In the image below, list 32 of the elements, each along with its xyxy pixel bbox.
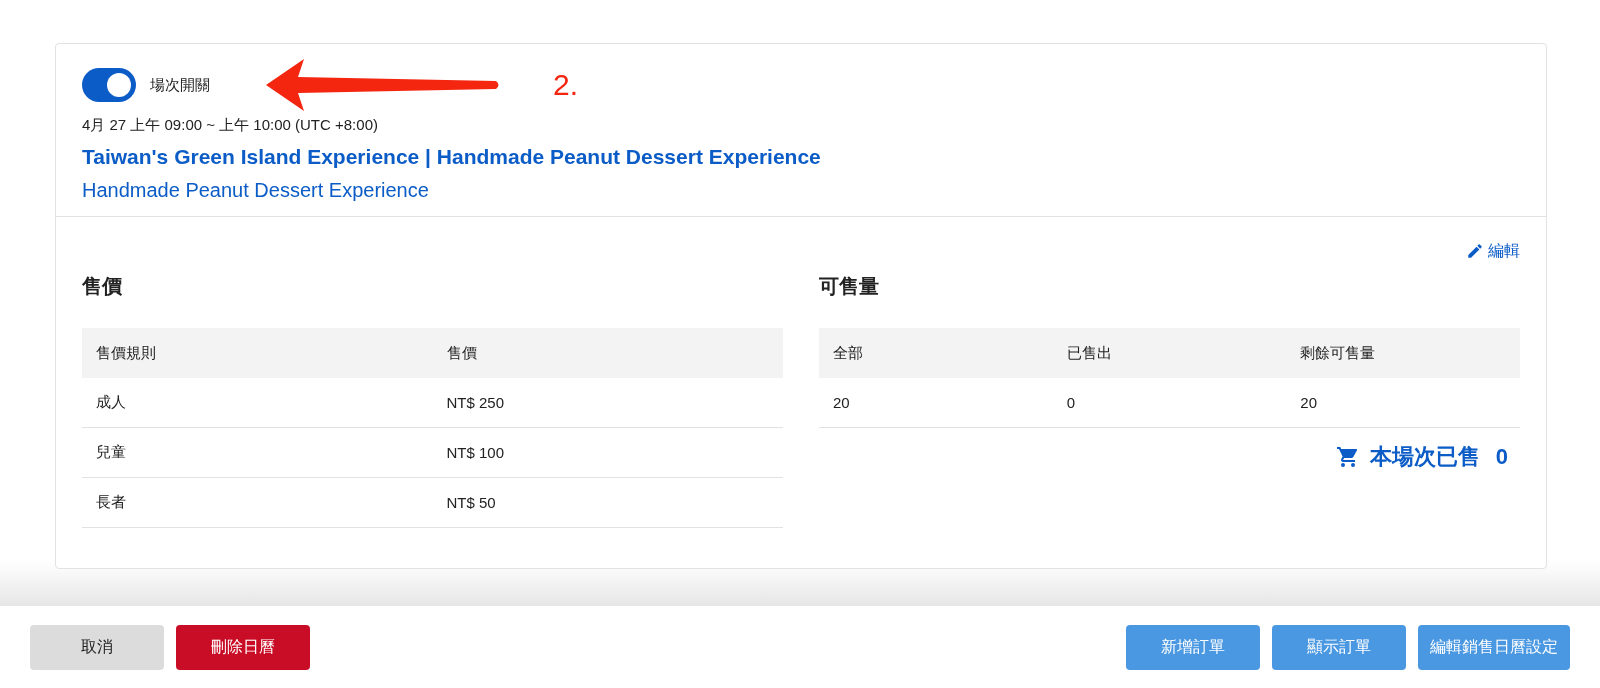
- pencil-icon: [1466, 242, 1484, 260]
- action-button[interactable]: 刪除日曆: [176, 624, 310, 670]
- table-cell: 0: [1052, 378, 1287, 428]
- annotation-number: 2.: [553, 68, 579, 102]
- edit-link[interactable]: 編輯: [1466, 239, 1520, 263]
- action-button[interactable]: 取消: [30, 624, 164, 670]
- column-header: 全部: [819, 328, 1053, 378]
- section-heading: 可售量: [819, 274, 880, 299]
- sold-label: 本場次已售: [1369, 443, 1480, 471]
- session-subtitle: Handmade Peanut Dessert Experience: [82, 179, 430, 202]
- sold-count: 0: [1495, 444, 1508, 470]
- table-cell: 成人: [82, 378, 433, 428]
- session-title: Taiwan's Green Island Experience | Handmade Peanut Dessert Experience: [82, 145, 822, 169]
- column-header: 已售出: [1052, 328, 1287, 378]
- table-cell: 20: [819, 378, 1053, 428]
- action-button[interactable]: 新增訂單: [1126, 624, 1260, 670]
- action-button[interactable]: 顯示訂單: [1272, 624, 1406, 670]
- table-cell: NT$ 50: [432, 477, 783, 528]
- toggle-label: 場次開關: [150, 75, 210, 95]
- section-heading: 售價: [82, 274, 123, 299]
- table-cell: NT$ 100: [432, 427, 783, 478]
- column-header: 售價規則: [82, 328, 433, 378]
- session-toggle[interactable]: [82, 68, 136, 102]
- session-time: 4月 27 上午 09:00 ~ 上午 10:00 (UTC +8:00): [82, 116, 379, 135]
- table-cell: 兒童: [82, 427, 433, 478]
- column-header: 剩餘可售量: [1286, 328, 1520, 378]
- cart-icon: [1335, 445, 1360, 469]
- table-cell: 長者: [82, 477, 433, 528]
- table-cell: 20: [1286, 378, 1520, 428]
- column-header: 售價: [432, 328, 783, 378]
- table-cell: NT$ 250: [432, 378, 783, 428]
- action-button[interactable]: 編輯銷售日曆設定: [1418, 624, 1570, 670]
